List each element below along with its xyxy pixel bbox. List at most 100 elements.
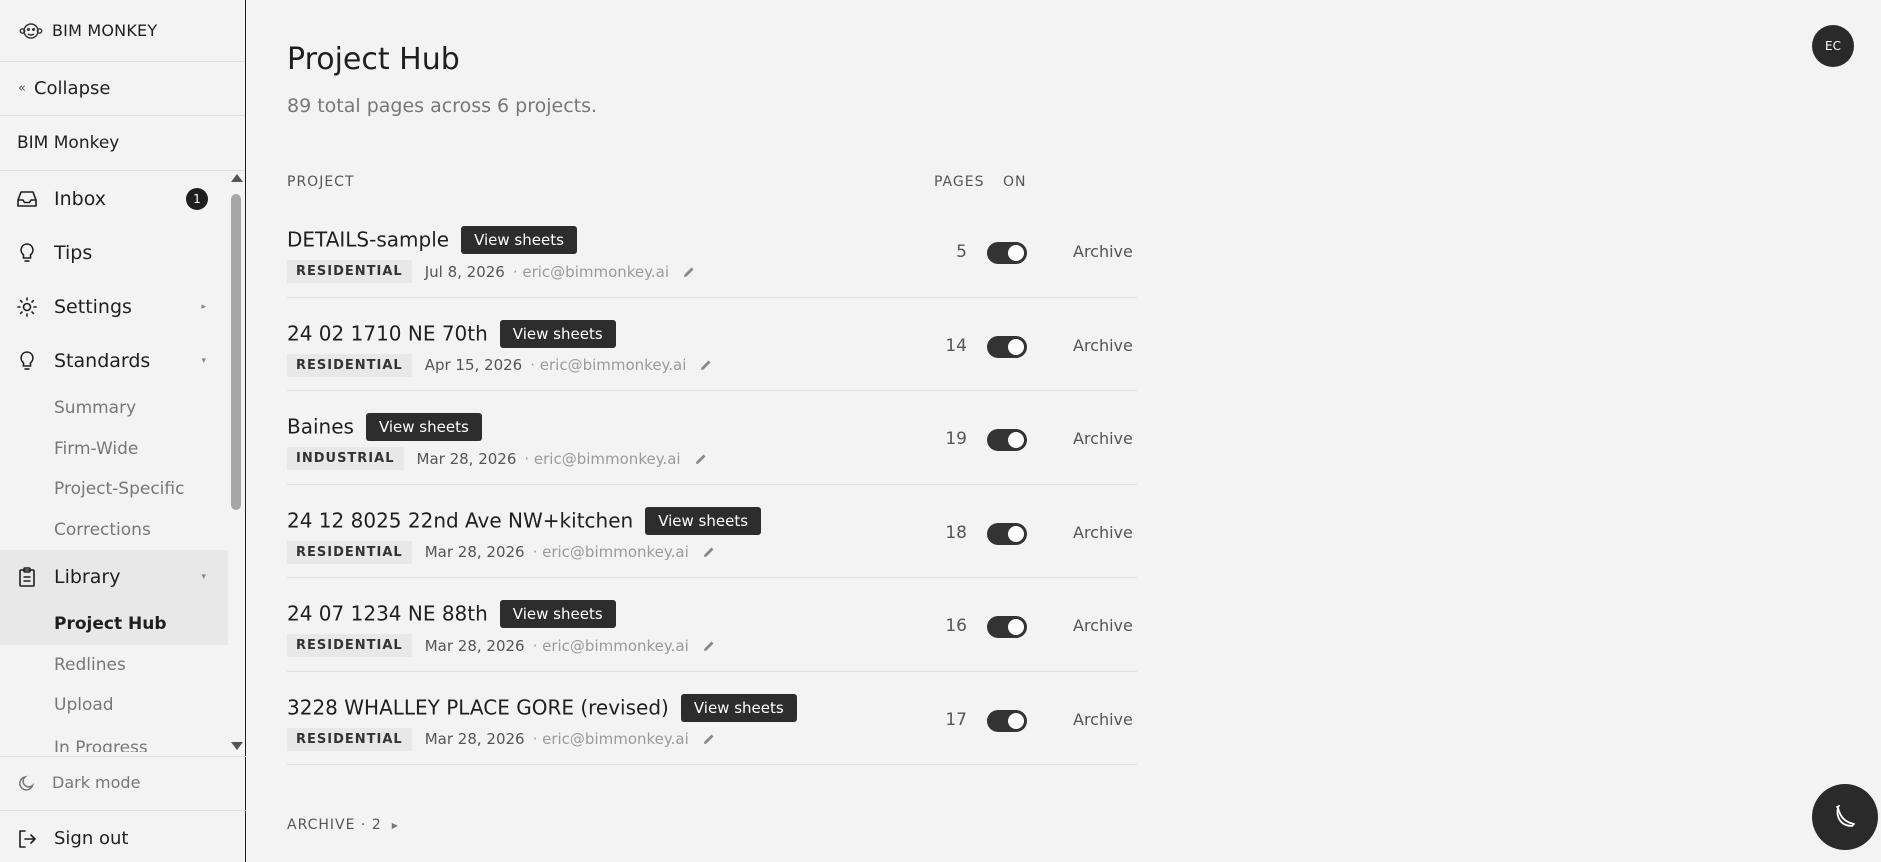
scrollbar-thumb[interactable]	[231, 194, 241, 510]
sidebar-scrollbar[interactable]	[229, 172, 244, 752]
project-owner-email: · eric@bimmonkey.ai	[532, 636, 689, 655]
archive-project-button[interactable]: Archive	[1073, 616, 1133, 635]
main-content: Project Hub 89 total pages across 6 proj…	[247, 0, 1881, 862]
dark-mode-toggle[interactable]: Dark mode	[0, 760, 246, 805]
sidebar-subitem-upload[interactable]: Upload	[0, 685, 228, 726]
page-subtitle: 89 total pages across 6 projects.	[287, 95, 598, 117]
archive-section-label: ARCHIVE · 2	[287, 817, 382, 833]
column-header-project: PROJECT	[287, 174, 355, 190]
project-type-badge: INDUSTRIAL	[287, 447, 404, 470]
logout-icon	[16, 828, 38, 850]
project-date: Mar 28, 2026	[424, 543, 525, 561]
sidebar-subitem-firm-wide[interactable]: Firm-Wide	[0, 429, 228, 470]
archive-project-button[interactable]: Archive	[1073, 336, 1133, 355]
brand-name: BIM MONKEY	[52, 21, 158, 40]
project-date: Apr 15, 2026	[424, 356, 523, 374]
column-header-on: ON	[1003, 174, 1027, 190]
caret-down-icon: ▾	[201, 356, 206, 366]
view-sheets-button[interactable]: View sheets	[680, 693, 797, 722]
view-sheets-button[interactable]: View sheets	[461, 226, 577, 254]
project-type-badge: RESIDENTIAL	[287, 727, 412, 751]
caret-right-icon: ▸	[201, 302, 206, 312]
project-owner-email: · eric@bimmonkey.ai	[532, 730, 689, 748]
project-on-toggle[interactable]	[987, 709, 1027, 732]
sidebar-subitem-in-progress[interactable]: In Progress	[0, 726, 228, 753]
sidebar-item-library[interactable]: Library ▾	[0, 550, 228, 604]
inbox-count-badge: 1	[186, 188, 208, 210]
banana-icon	[1836, 805, 1855, 827]
project-name[interactable]: 24 07 1234 NE 88th	[287, 602, 488, 626]
archive-section-toggle[interactable]: ARCHIVE · 2 ▶	[287, 817, 399, 833]
sidebar-subitem-project-hub[interactable]: Project Hub	[0, 604, 228, 645]
assistant-chat-button[interactable]	[1812, 784, 1878, 850]
project-meta: RESIDENTIAL Mar 28, 2026 · eric@bimmonke…	[287, 634, 715, 657]
sidebar-subitem-summary[interactable]: Summary	[0, 388, 228, 429]
project-meta: RESIDENTIAL Apr 15, 2026 · eric@bimmonke…	[287, 353, 712, 377]
toggle-knob	[1008, 338, 1024, 355]
toggle-knob	[1008, 432, 1024, 448]
table-row: 24 02 1710 NE 70th View sheets RESIDENTIA…	[287, 298, 1137, 391]
toggle-knob	[1008, 619, 1024, 635]
collapse-label: Collapse	[33, 78, 111, 99]
project-on-toggle[interactable]	[987, 429, 1027, 451]
project-on-toggle[interactable]	[987, 522, 1027, 545]
archive-project-button[interactable]: Archive	[1073, 710, 1133, 729]
project-name[interactable]: 24 02 1710 NE 70th	[287, 321, 488, 345]
edit-pencil-icon[interactable]	[703, 733, 715, 745]
table-row: 3228 WHALLEY PLACE GORE (revised) View sh…	[287, 672, 1137, 765]
sidebar-item-settings[interactable]: Settings ▸	[0, 280, 228, 334]
sign-out-button[interactable]: Sign out	[0, 815, 246, 862]
view-sheets-button[interactable]: View sheets	[645, 506, 762, 535]
workspace-name[interactable]: BIM Monkey	[0, 116, 245, 171]
project-name[interactable]: Baines	[287, 415, 354, 439]
project-on-toggle[interactable]	[987, 335, 1027, 358]
project-name[interactable]: DETAILS-sample	[287, 228, 449, 252]
archive-project-button[interactable]: Archive	[1073, 429, 1133, 448]
project-on-toggle[interactable]	[987, 616, 1027, 638]
project-owner-email: · eric@bimmonkey.ai	[532, 543, 689, 561]
project-owner-email: · eric@bimmonkey.ai	[530, 356, 687, 374]
view-sheets-button[interactable]: View sheets	[365, 413, 482, 441]
edit-pencil-icon[interactable]	[703, 546, 715, 558]
project-date: Jul 8, 2026	[424, 262, 505, 281]
project-type-badge: RESIDENTIAL	[287, 634, 412, 657]
archive-project-button[interactable]: Archive	[1073, 523, 1133, 542]
archive-project-button[interactable]: Archive	[1073, 242, 1133, 261]
sidebar-subitem-project-specific[interactable]: Project-Specific	[0, 469, 228, 510]
table-row: 24 12 8025 22nd Ave NW+kitchen View sheet…	[287, 485, 1137, 578]
edit-pencil-icon[interactable]	[683, 266, 695, 278]
toggle-knob	[1008, 712, 1024, 729]
user-avatar[interactable]: EC	[1812, 25, 1854, 67]
sidebar-subitem-redlines[interactable]: Redlines	[0, 645, 228, 686]
view-sheets-button[interactable]: View sheets	[499, 600, 616, 628]
sidebar-item-label: Tips	[54, 242, 93, 264]
project-on-toggle[interactable]	[987, 242, 1027, 264]
table-row: DETAILS-sample View sheets RESIDENTIAL Ju…	[287, 204, 1137, 298]
sidebar-item-label: Inbox	[54, 188, 106, 210]
edit-pencil-icon[interactable]	[695, 453, 707, 465]
project-owner-email: · eric@bimmonkey.ai	[524, 449, 681, 468]
caret-down-icon: ▾	[201, 572, 206, 582]
sidebar-item-standards[interactable]: Standards ▾	[0, 334, 228, 388]
brand[interactable]: BIM MONKEY	[0, 0, 245, 62]
collapse-button[interactable]: « Collapse	[0, 62, 245, 116]
sidebar-nav: Inbox 1 Tips Settings ▸ Standards ▾ Summ…	[0, 172, 228, 752]
project-name[interactable]: 24 12 8025 22nd Ave NW+kitchen	[287, 508, 633, 532]
sidebar-subitem-corrections[interactable]: Corrections	[0, 510, 228, 551]
divider	[0, 756, 246, 757]
edit-pencil-icon[interactable]	[703, 640, 715, 652]
sidebar-item-label: Library	[54, 566, 121, 588]
lightbulb-icon	[16, 350, 38, 372]
toggle-knob	[1008, 245, 1024, 261]
toggle-knob	[1008, 525, 1024, 542]
sidebar-item-tips[interactable]: Tips	[0, 226, 228, 280]
edit-pencil-icon[interactable]	[700, 359, 712, 371]
sidebar-item-label: Settings	[54, 296, 132, 318]
scroll-up-arrow-icon[interactable]	[231, 174, 243, 182]
project-page-count: 16	[945, 616, 967, 636]
project-page-count: 14	[945, 335, 967, 356]
view-sheets-button[interactable]: View sheets	[499, 319, 616, 348]
sidebar-item-inbox[interactable]: Inbox 1	[0, 172, 228, 226]
scroll-down-arrow-icon[interactable]	[231, 742, 243, 750]
project-name[interactable]: 3228 WHALLEY PLACE GORE (revised)	[287, 695, 669, 719]
